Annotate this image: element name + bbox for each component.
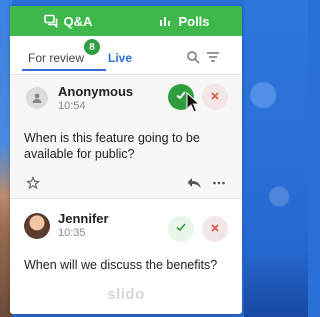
tab-qa[interactable]: Q&A [10, 6, 126, 36]
reply-icon[interactable] [186, 176, 202, 190]
tab-live[interactable]: Live [108, 51, 132, 65]
filter-icon[interactable] [206, 50, 220, 64]
question-author: Anonymous [58, 84, 134, 99]
chat-bubbles-icon [43, 14, 58, 28]
mouse-cursor-icon [186, 91, 201, 114]
question-time: 10:54 [58, 100, 86, 112]
reject-button[interactable] [202, 84, 228, 110]
user-avatar [24, 213, 50, 239]
check-icon [175, 220, 187, 238]
review-subnav: For review 8 Live [10, 36, 242, 75]
question-text: When will we discuss the benefits? [24, 258, 218, 272]
question-author: Jennifer [58, 211, 109, 226]
slido-panel: Q&A Polls For review 8 Live Anonymous 10… [10, 6, 242, 314]
close-icon [210, 88, 220, 106]
review-count-badge: 8 [84, 39, 100, 55]
question-card: Jennifer 10:35 When will we discuss the … [10, 199, 242, 279]
close-icon [210, 220, 220, 238]
tab-polls[interactable]: Polls [126, 6, 242, 36]
tab-qa-label: Q&A [63, 13, 93, 29]
active-tab-underline [22, 69, 106, 71]
tab-for-review[interactable]: For review [28, 51, 84, 65]
slido-logo: slido [107, 286, 145, 303]
anonymous-user-icon [26, 87, 48, 109]
reject-button[interactable] [202, 216, 228, 242]
bar-chart-icon [158, 14, 172, 28]
search-icon[interactable] [186, 50, 200, 64]
tab-polls-label: Polls [178, 13, 210, 29]
background-right [244, 0, 308, 317]
more-options-icon[interactable] [212, 176, 226, 190]
question-time: 10:35 [58, 227, 86, 239]
question-text: When is this feature going to be availab… [24, 131, 200, 161]
top-tab-bar: Q&A Polls [10, 6, 242, 36]
approve-button[interactable] [168, 216, 194, 242]
star-icon[interactable] [25, 175, 41, 190]
question-card: Anonymous 10:54 When is this feature goi… [10, 75, 242, 198]
